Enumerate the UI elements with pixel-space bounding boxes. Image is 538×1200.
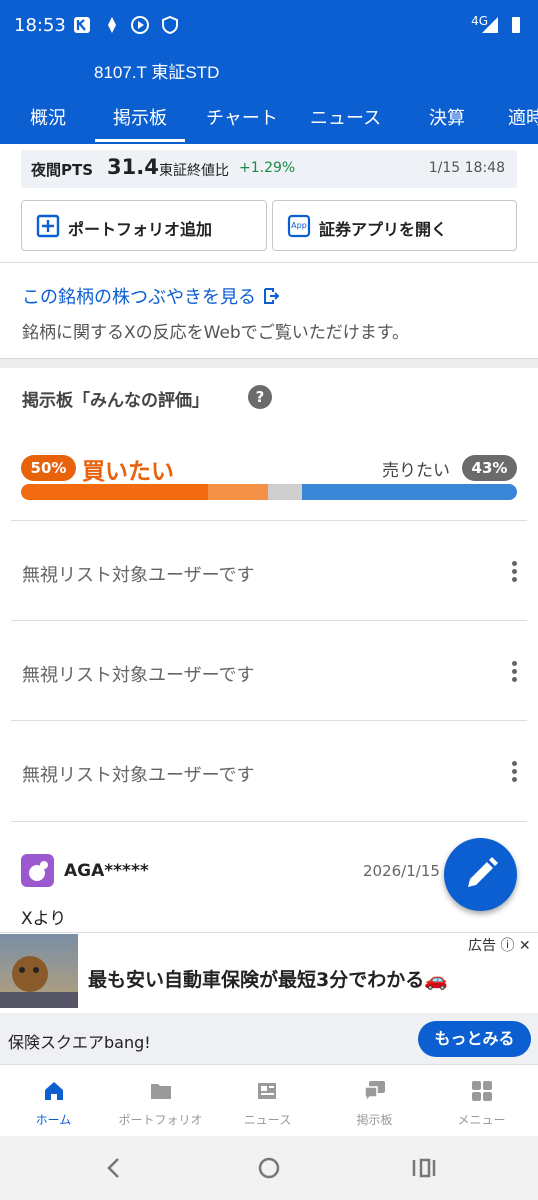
app-notification-icon [74,17,90,33]
media-icon [131,16,149,34]
x-tweets-description: 銘柄に関するXの反応をWebでご覧いただけます。 [22,323,410,343]
shield-icon [162,15,178,35]
nav-portfolio-label: ポートフォリオ [118,1113,203,1127]
recents-icon[interactable] [410,1156,436,1180]
system-navigation-bar [0,1136,538,1200]
pencil-icon [468,857,498,887]
post-username[interactable]: AGA***** [64,861,149,881]
tab-news[interactable]: ニュース [310,104,381,130]
ignored-post-text: 無視リスト対象ユーザーです [22,765,255,786]
avatar[interactable] [21,854,54,887]
nav-board-label: 掲示板 [356,1113,393,1127]
evaluation-title: 掲示板「みんなの評価」 [22,391,209,411]
tab-bar: 概況 掲示板 チャート ニュース 決算 適時 [0,96,538,144]
news-icon [258,1083,276,1099]
plus-box-icon [36,214,60,238]
ad-banner[interactable]: 広告 ⓘ ✕ 最も安い自動車保険が最短3分でわかる🚗 保険スクエアbang! も… [0,932,538,1065]
compose-post-button[interactable] [444,838,517,911]
home-icon [45,1082,63,1100]
divider [0,262,538,263]
nav-home-label: ホーム [35,1113,72,1127]
bottom-navigation: ホーム ポートフォリオ ニュース 掲示板 メニュー [0,1064,538,1136]
app-icon: App [287,214,311,238]
pts-change: +1.29% [239,160,296,176]
battery-icon [512,17,520,33]
status-time: 18:53 [14,15,66,36]
divider [11,720,527,721]
home-circle-icon[interactable] [257,1156,281,1180]
open-app-label: 証券アプリを開く [319,220,448,239]
add-portfolio-button[interactable]: ポートフォリオ追加 [21,200,267,251]
evaluation-bar-segment [208,484,268,500]
grid-menu-icon [472,1081,492,1101]
tab-disclosure[interactable]: 適時 [508,104,538,130]
ad-info-icon[interactable]: ⓘ [500,938,514,954]
x-tweets-link[interactable]: この銘柄の株つぶやきを見る [22,283,280,309]
pts-value: 31.4 [107,155,159,179]
nav-news[interactable]: ニュース [214,1065,321,1137]
evaluation-bar-segment [301,484,517,500]
ad-image[interactable] [0,934,78,1008]
tab-earnings[interactable]: 決算 [429,104,465,130]
post-date: 2026/1/15 1 [363,862,455,880]
svg-text:App: App [291,221,307,230]
nav-news-label: ニュース [243,1113,292,1127]
tab-chart[interactable]: チャート [206,104,278,130]
ticker-label: 8107.T 東証STD [94,63,220,82]
stock-header: 8107.T 東証STD 概況 掲示板 チャート ニュース 決算 適時 [0,52,538,144]
buy-percent-badge: 50% [21,455,76,481]
ad-label: 広告 ⓘ ✕ [468,938,531,954]
more-options-icon[interactable] [506,759,522,783]
ignored-post-text: 無視リスト対象ユーザーです [22,665,255,686]
ad-footer: 保険スクエアbang! もっとみる [0,1013,538,1065]
open-app-button[interactable]: App 証券アプリを開く [272,200,517,251]
nav-board[interactable]: 掲示板 [321,1065,428,1137]
chat-icon [364,1081,385,1103]
divider [11,620,527,621]
user-icon [29,861,48,881]
nav-home[interactable]: ホーム [0,1065,107,1137]
nav-menu[interactable]: メニュー [428,1065,535,1137]
pts-compare-label: 東証終値比 [159,163,229,179]
add-portfolio-label: ポートフォリオ追加 [68,220,213,239]
nav-menu-label: メニュー [457,1113,506,1127]
sell-label: 売りたい [382,461,450,481]
more-options-icon[interactable] [506,559,522,583]
back-icon[interactable] [104,1156,124,1180]
close-icon[interactable]: ✕ [519,938,531,954]
external-link-icon [263,288,280,304]
help-icon[interactable]: ? [248,385,272,409]
ignored-post-text: 無視リスト対象ユーザーです [22,565,255,586]
ad-title[interactable]: 最も安い自動車保険が最短3分でわかる🚗 [88,965,448,992]
sell-percent-badge: 43% [462,455,517,481]
pts-datetime: 1/15 18:48 [428,160,505,176]
folder-icon [151,1084,171,1099]
ad-source: 保険スクエアbang! [8,1033,151,1052]
section-separator [0,358,538,368]
status-bar: 18:53 4G [0,0,538,52]
tab-board[interactable]: 掲示板 [95,104,185,142]
evaluation-bar-segment [21,484,209,500]
evaluation-bar-segment [268,484,302,500]
evaluation-bar [21,484,517,500]
nav-portfolio[interactable]: ポートフォリオ [107,1065,214,1137]
divider [11,520,527,521]
pts-strip: 夜間PTS 31.4 東証終値比 +1.29% 1/15 18:48 [21,150,517,188]
pts-label: 夜間PTS [31,161,94,179]
buy-label: 買いたい [82,459,174,485]
divider [11,821,527,822]
notification-icon [108,17,116,33]
tab-overview[interactable]: 概況 [30,104,66,130]
more-options-icon[interactable] [506,659,522,683]
signal-icon [482,17,498,33]
post-text: Xより [21,909,67,929]
ad-more-button[interactable]: もっとみる [418,1021,531,1057]
